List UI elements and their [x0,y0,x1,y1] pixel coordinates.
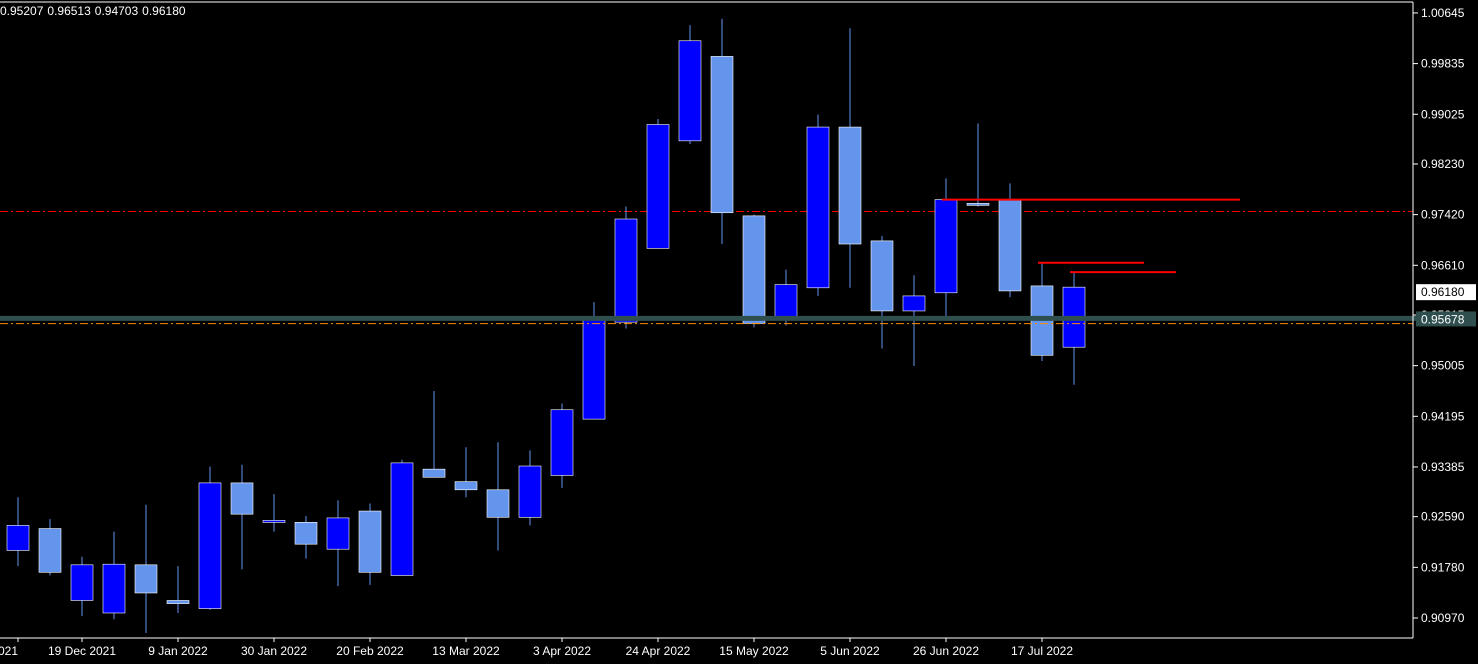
candle-body-bear [422,468,446,478]
candle-body-bull [582,318,606,420]
candle-body-bull [518,465,542,518]
candle-body-bull [934,199,958,294]
candle-body-bull [262,520,286,523]
candle-body-bear [294,522,318,545]
x-tick-label: 19 Dec 2021 [48,644,116,658]
candle-body-bull [326,517,350,550]
candle-body-bear [358,510,382,573]
candles [6,18,1086,633]
candle-body-bear [230,482,254,515]
candle-body-bull [390,462,414,576]
candle-body-bull [70,564,94,601]
x-tick-label: 3 Apr 2022 [533,644,591,658]
x-tick-label: 24 Apr 2022 [626,644,691,658]
x-tick-label: 17 Jul 2022 [1011,644,1073,658]
x-tick-label: 13 Mar 2022 [432,644,500,658]
y-tick-label: 0.93385 [1421,460,1465,474]
x-tick-label: 2021 [0,644,18,658]
x-tick-label: 9 Jan 2022 [148,644,208,658]
candle-body-bull [198,482,222,609]
price-chart[interactable]: 1.00645 0.99835 0.99025 0.98230 0.97420 0.966… [0,0,1478,664]
candle-body-bull [102,563,126,614]
x-tick-label: 30 Jan 2022 [241,644,307,658]
candle-body-bear [966,203,990,206]
candle-body-bull [678,40,702,142]
candle-body-bull [774,284,798,318]
y-tick-label: 0.91780 [1421,560,1465,574]
axes: 1.00645 0.99835 0.99025 0.98230 0.97420 0.966… [0,1,1476,658]
x-tick-label: 20 Feb 2022 [336,644,404,658]
level-lines-front [0,198,1473,325]
y-tick-label: 0.98230 [1421,157,1465,171]
candle-body-bear [838,126,862,245]
x-tick-label: 5 Jun 2022 [820,644,880,658]
candle-body-bear [998,199,1022,292]
y-tick-label: 0.97420 [1421,208,1465,222]
x-tick-label: 15 May 2022 [719,644,789,658]
candle-body-bull [806,126,830,289]
current-price-label: 0.96180 [1421,285,1465,299]
candle-body-bull [614,218,638,323]
candle-body-bear [166,600,190,604]
candle-body-bull [550,409,574,476]
candle-body-bull [6,525,30,551]
candle-body-bear [454,481,478,491]
y-tick-label: 0.95005 [1421,359,1465,373]
y-tick-label: 0.96610 [1421,258,1465,272]
candle-body-bear [38,528,62,573]
support-price-label: 0.95678 [1421,312,1465,326]
y-tick-label: 0.90970 [1421,611,1465,625]
candle-body-bull [646,124,670,249]
y-tick-label: 0.94195 [1421,409,1465,423]
y-tick-label: 0.92590 [1421,510,1465,524]
y-tick-label: 0.99025 [1421,107,1465,121]
candle-body-bear [710,56,734,214]
candle-body-bear [134,564,158,594]
x-tick-label: 26 Jun 2022 [913,644,979,658]
candle-body-bear [870,240,894,312]
candle-body-bear [742,215,766,324]
candle-body-bear [486,489,510,518]
y-tick-label: 1.00645 [1421,6,1465,20]
candle-body-bull [902,295,926,312]
y-tick-label: 0.99835 [1421,57,1465,71]
